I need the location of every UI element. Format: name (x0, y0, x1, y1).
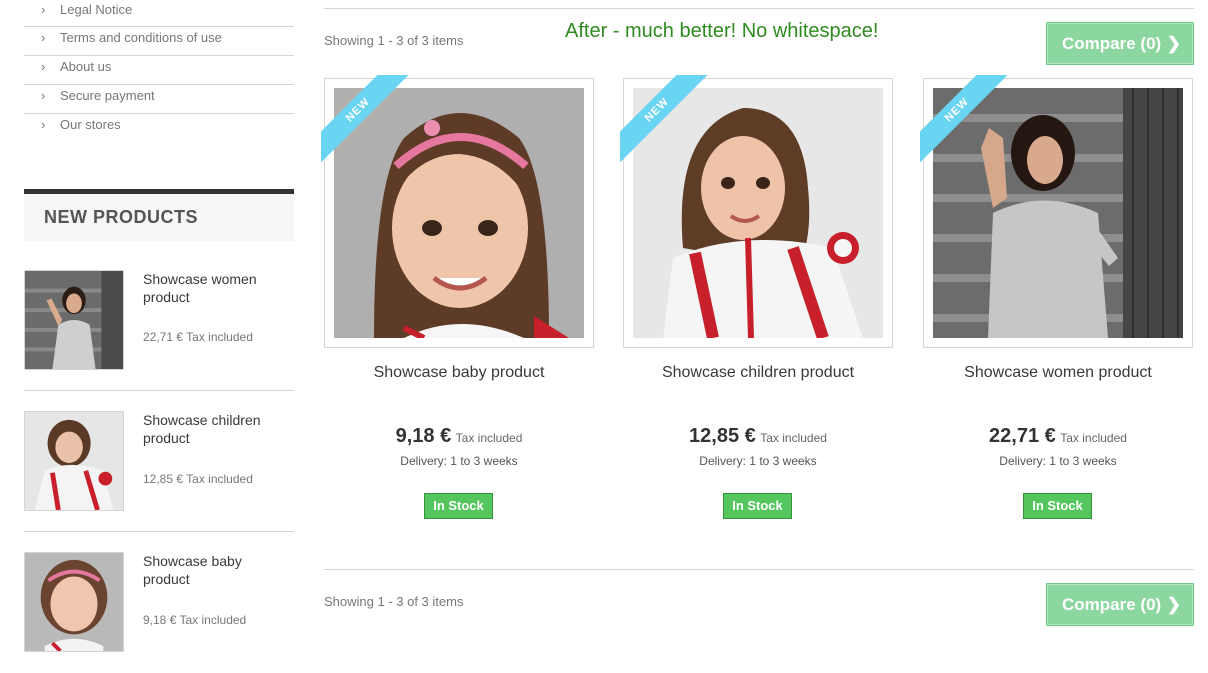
in-stock-badge: In Stock (1023, 493, 1092, 519)
chevron-right-icon: › (41, 59, 46, 74)
new-product-item: Showcase women product 22,71 € Tax inclu… (24, 270, 294, 391)
new-product-name[interactable]: Showcase baby product (143, 552, 283, 588)
info-link-legal-notice[interactable]: › Legal Notice (24, 0, 294, 27)
new-product-price: 12,85 € Tax included (143, 472, 253, 486)
product-image-link[interactable]: NEW (920, 75, 1193, 348)
product-card: NEW Showcase women product 22,71 € Tax i… (920, 75, 1193, 519)
chevron-right-icon: ❯ (1166, 595, 1181, 614)
in-stock-badge: In Stock (723, 493, 792, 519)
chevron-right-icon: › (41, 30, 46, 45)
new-product-price: 9,18 € Tax included (143, 613, 247, 627)
in-stock-badge: In Stock (424, 493, 493, 519)
new-product-price: 22,71 € Tax included (143, 330, 253, 344)
product-price: 22,71 € Tax included (989, 425, 1127, 447)
delivery-info: Delivery: 1 to 3 weeks (400, 454, 518, 468)
compare-button-top[interactable]: Compare (0) ❯ (1046, 22, 1194, 65)
product-thumbnail-women[interactable] (24, 270, 124, 370)
product-card: NEW Showcase baby product 9,18 € Tax inc… (321, 75, 594, 519)
new-product-item: Showcase children product 12,85 € Tax in… (24, 391, 294, 532)
chevron-right-icon: › (41, 88, 46, 103)
product-count-bottom: Showing 1 - 3 of 3 items (324, 594, 464, 609)
photo-women-thumb (25, 271, 123, 369)
product-price: 9,18 € Tax included (395, 425, 523, 447)
product-name[interactable]: Showcase children product (623, 364, 893, 382)
product-card: NEW Showcase children product 12,85 € Ta… (620, 75, 893, 519)
product-thumbnail-baby[interactable] (24, 552, 124, 652)
delivery-info: Delivery: 1 to 3 weeks (999, 454, 1117, 468)
chevron-right-icon: › (41, 117, 46, 132)
delivery-info: Delivery: 1 to 3 weeks (699, 454, 817, 468)
new-product-item: Showcase baby product 9,18 € Tax include… (24, 532, 294, 673)
product-image-link[interactable]: NEW (620, 75, 893, 348)
annotation-text: After - much better! No whitespace! (565, 20, 879, 42)
product-thumbnail-children[interactable] (24, 411, 124, 511)
new-products-title[interactable]: NEW PRODUCTS (24, 189, 294, 241)
product-count-top: Showing 1 - 3 of 3 items (324, 33, 464, 48)
new-badge: NEW (321, 75, 409, 163)
photo-children-thumb (25, 412, 123, 510)
info-link-secure-payment[interactable]: › Secure payment (24, 85, 294, 114)
new-badge: NEW (620, 75, 708, 163)
info-link-terms[interactable]: › Terms and conditions of use (24, 27, 294, 56)
divider (324, 569, 1194, 570)
new-product-name[interactable]: Showcase children product (143, 411, 283, 447)
compare-button-bottom[interactable]: Compare (0) ❯ (1046, 583, 1194, 626)
product-image-link[interactable]: NEW (321, 75, 594, 348)
product-price: 12,85 € Tax included (689, 425, 827, 447)
info-link-about-us[interactable]: › About us (24, 56, 294, 85)
product-listing: Showing 1 - 3 of 3 items After - much be… (321, 0, 1194, 649)
product-name[interactable]: Showcase baby product (324, 364, 594, 382)
photo-baby-thumb (25, 553, 123, 651)
left-column: › Legal Notice › Terms and conditions of u… (24, 0, 294, 673)
information-links: › Legal Notice › Terms and conditions of u… (24, 0, 294, 143)
new-badge: NEW (920, 75, 1008, 163)
chevron-right-icon: › (41, 2, 46, 17)
info-link-our-stores[interactable]: › Our stores (24, 114, 294, 143)
chevron-right-icon: ❯ (1166, 34, 1181, 53)
product-name[interactable]: Showcase women product (923, 364, 1193, 382)
divider (324, 8, 1194, 9)
new-product-name[interactable]: Showcase women product (143, 270, 283, 306)
